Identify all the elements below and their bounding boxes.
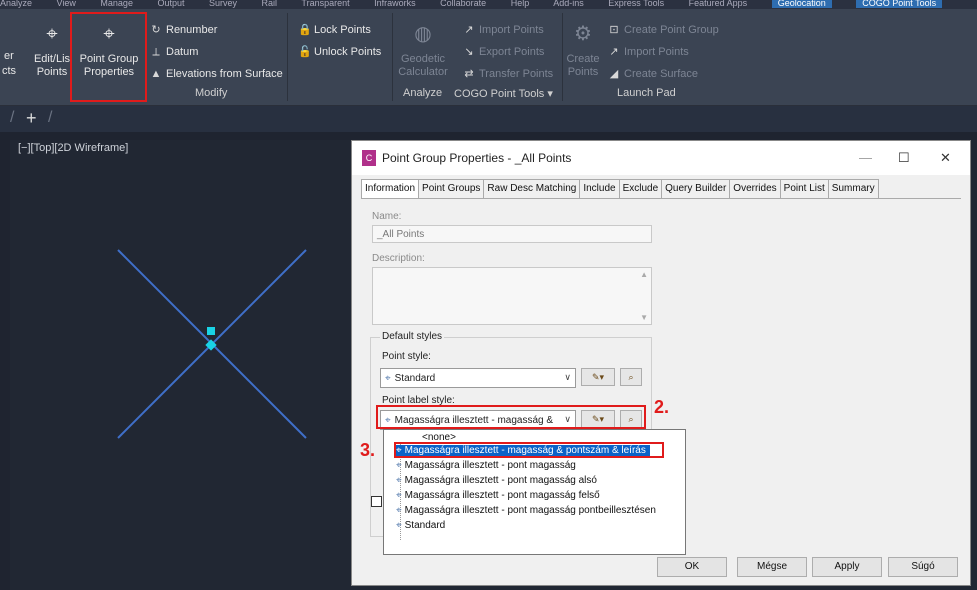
annotation-box-3	[394, 442, 664, 458]
annotation-box-2	[376, 405, 646, 429]
dropdown-option[interactable]: ⌖ Magasságra illesztett - pont magasság p…	[396, 505, 656, 516]
label-style-icon: ⌖	[396, 505, 402, 516]
ok-button[interactable]: OK	[657, 557, 727, 577]
dropdown-option[interactable]: ⌖ Standard	[396, 520, 445, 531]
tab-raw-desc-matching[interactable]: Raw Desc Matching	[483, 179, 581, 199]
point-style-edit-button[interactable]: ✎▾	[581, 368, 615, 386]
scroll-down-icon[interactable]: ▼	[640, 313, 648, 322]
dropdown-option[interactable]: ⌖ Magasságra illesztett - pont magasság a…	[396, 475, 597, 486]
dropdown-option[interactable]: ⌖ Magasságra illesztett - pont magasság f…	[396, 490, 600, 501]
description-label: Description:	[372, 253, 425, 264]
tab-query-builder[interactable]: Query Builder	[661, 179, 731, 199]
tab-include[interactable]: Include	[579, 179, 620, 199]
point-style-value: Standard	[394, 372, 436, 384]
tab-exclude[interactable]: Exclude	[618, 179, 663, 199]
description-field[interactable]: ▲ ▼	[372, 267, 652, 325]
close-icon[interactable]: ✕	[940, 150, 951, 166]
default-styles-label: Default styles	[380, 331, 445, 342]
tab-summary[interactable]: Summary	[827, 179, 879, 199]
annotation-number-3: 3.	[360, 440, 376, 460]
cancel-button[interactable]: Mégse	[737, 557, 807, 577]
maximize-icon[interactable]: ☐	[898, 150, 910, 166]
tab-information[interactable]: Information	[361, 179, 420, 199]
point-style-combo[interactable]: ⌖ Standard ∨	[380, 368, 576, 388]
tab-point-groups[interactable]: Point Groups	[418, 179, 485, 199]
tab-overrides[interactable]: Overrides	[729, 179, 781, 199]
apply-button[interactable]: Apply	[812, 557, 882, 577]
label-style-icon: ⌖	[396, 520, 402, 531]
name-label: Name:	[372, 211, 402, 222]
dropdown-option[interactable]: ⌖ Magasságra illesztett - pont magasság	[396, 460, 576, 471]
point-style-label: Point style:	[382, 351, 431, 362]
civil3d-app-icon: C	[362, 150, 376, 166]
grip-square	[207, 327, 215, 335]
dialog-title: Point Group Properties - _All Points	[382, 151, 572, 165]
group-checkbox[interactable]	[371, 496, 382, 507]
label-style-icon: ⌖	[396, 475, 402, 486]
dialog-title-bar[interactable]: C Point Group Properties - _All Points	[352, 141, 970, 175]
scroll-up-icon[interactable]: ▲	[640, 270, 648, 279]
dialog-tabs: Information Point Groups Raw Desc Matchi…	[361, 179, 879, 199]
label-style-icon: ⌖	[396, 490, 402, 501]
help-button[interactable]: Súgó	[888, 557, 958, 577]
point-style-icon: ⌖	[385, 372, 391, 384]
annotation-number-2: 2.	[654, 397, 670, 417]
label-style-icon: ⌖	[396, 460, 402, 471]
minimize-icon[interactable]: —	[859, 150, 872, 165]
point-style-pick-button[interactable]: ⌕	[620, 368, 642, 386]
chevron-down-icon: ∨	[564, 372, 571, 382]
name-field[interactable]: _All Points	[372, 225, 652, 243]
tab-point-list[interactable]: Point List	[779, 179, 829, 199]
